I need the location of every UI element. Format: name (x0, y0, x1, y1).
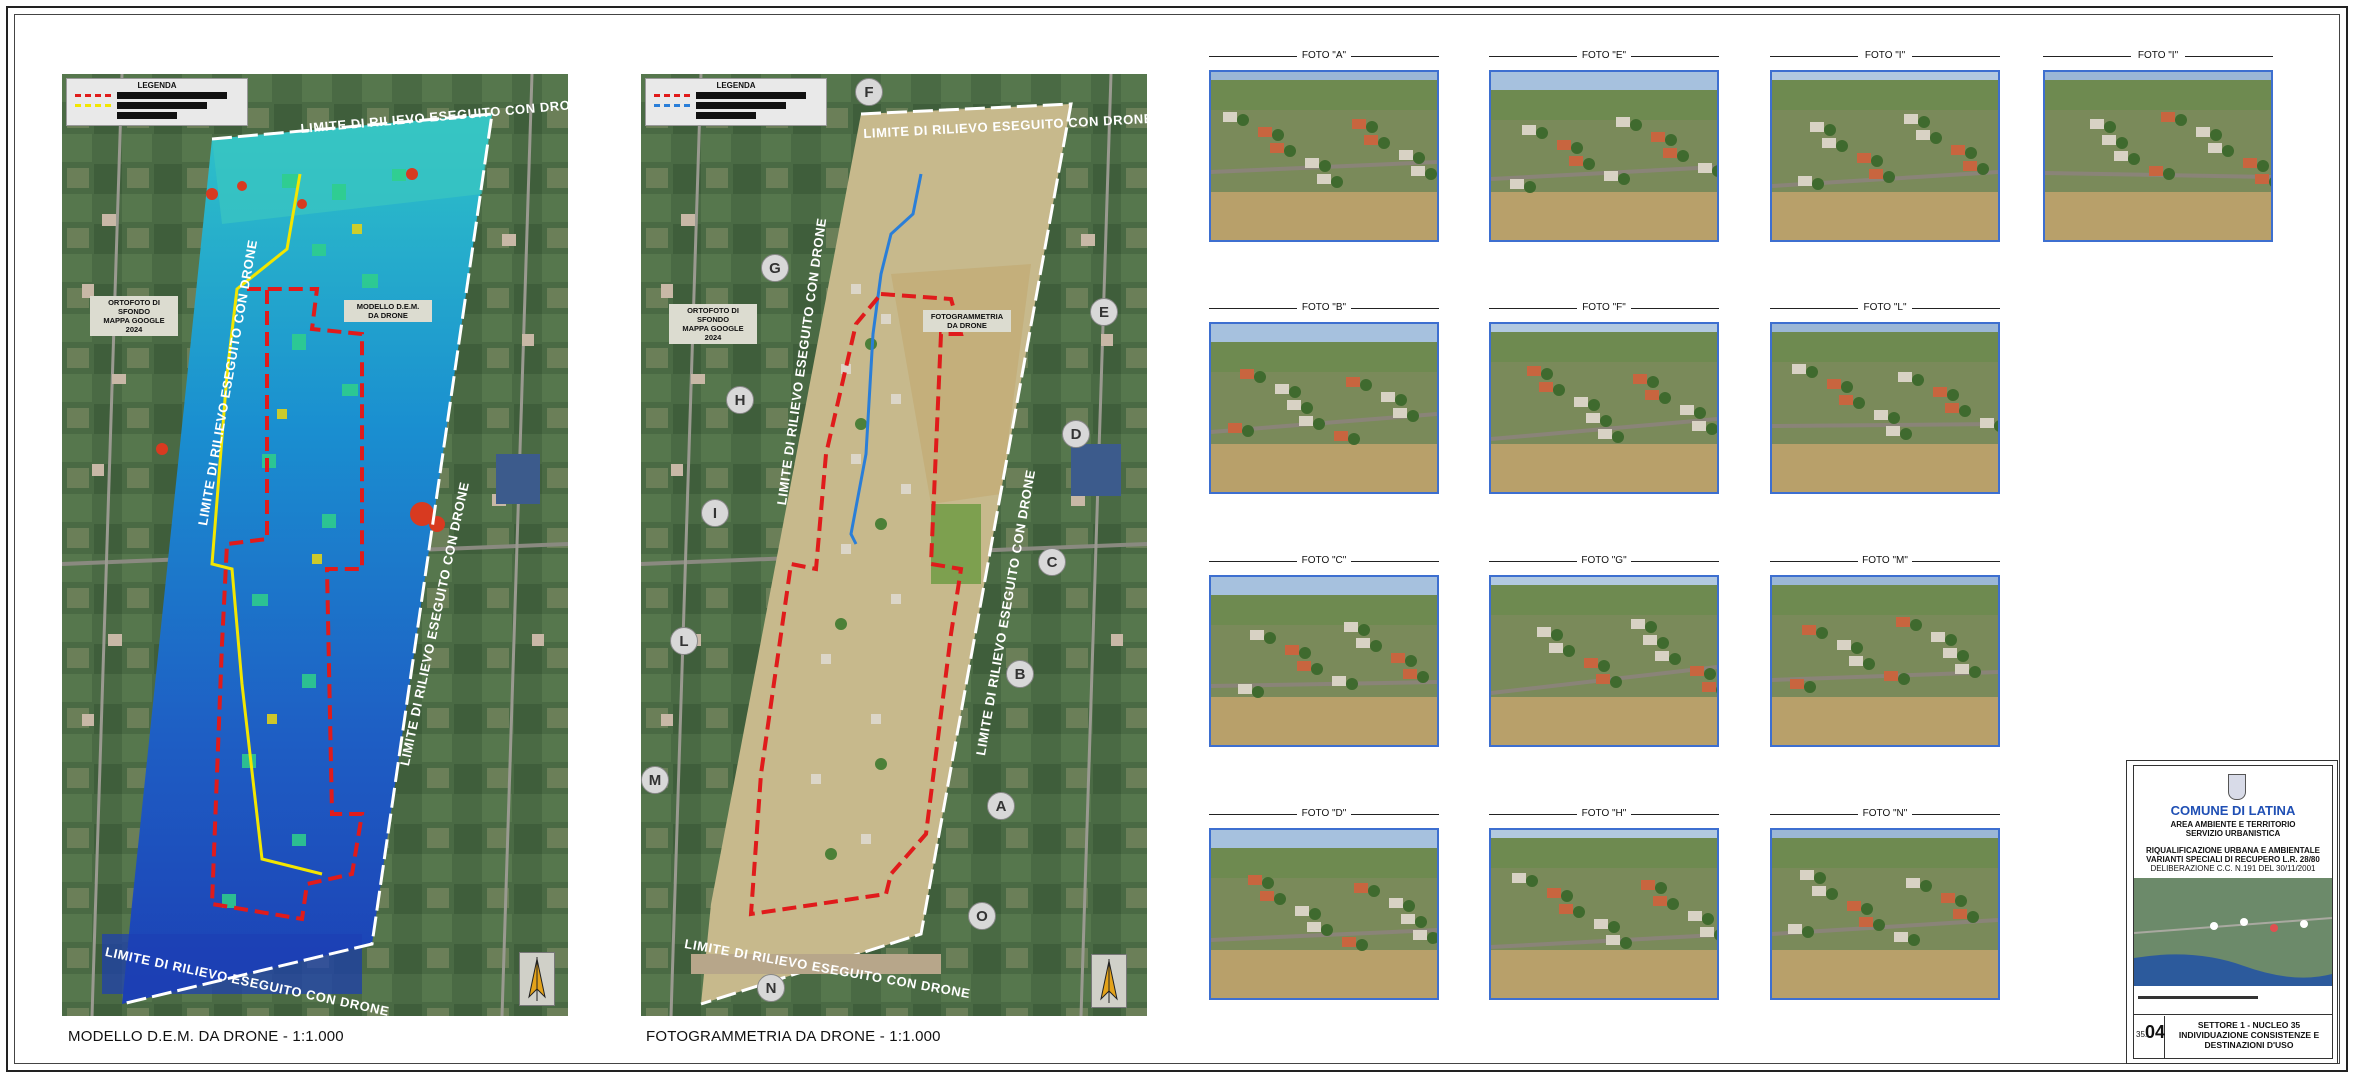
model-label: MODELLO D.E.M. DA DRONE (344, 300, 432, 322)
aerial-photo[interactable] (1770, 70, 2000, 242)
north-arrow-icon (519, 952, 555, 1006)
sector: SETTORE 1 - NUCLEO 35 (2197, 1020, 2301, 1030)
photo-title: FOTO "H" (1581, 808, 1627, 819)
photo-marker-d[interactable]: D (1062, 420, 1090, 448)
background-label: ORTOFOTO DI SFONDO MAPPA GOOGLE 2024 (669, 304, 757, 344)
dem-map-graphic (62, 74, 568, 1016)
photo-marker-g[interactable]: G (761, 254, 789, 282)
photo-title-row: FOTO "L" (1770, 302, 2000, 316)
aerial-photo[interactable] (1489, 70, 1719, 242)
photo-title: FOTO "E" (1581, 50, 1627, 61)
photo-title: FOTO "N" (1862, 808, 1908, 819)
photo-marker-h[interactable]: H (726, 386, 754, 414)
project-line-1: RIQUALIFICAZIONE URBANA E AMBIENTALE (2146, 846, 2320, 855)
sheet-number-box: 35. 04 (2134, 1016, 2165, 1058)
photo-marker-l[interactable]: L (670, 627, 698, 655)
photo-marker-i[interactable]: I (701, 499, 729, 527)
aerial-photo[interactable] (1489, 575, 1719, 747)
coat-of-arms-icon (2228, 774, 2246, 800)
photo-title-row: FOTO "C" (1209, 555, 1439, 569)
photo-marker-n[interactable]: N (757, 974, 785, 1002)
legend-redacted-text (117, 102, 207, 109)
dem-map[interactable]: LEGENDA ORTOFOTO DI SFONDO MAPPA GOOGLE … (62, 74, 568, 1016)
location-map (2134, 878, 2332, 986)
legend-yellow-symbol (75, 104, 111, 113)
dem-map-caption: MODELLO D.E.M. DA DRONE - 1:1.000 (68, 1028, 344, 1045)
model-label: FOTOGRAMMETRIA DA DRONE (923, 310, 1011, 332)
photo-title-row: FOTO "M" (1770, 555, 2000, 569)
sheet-title: INDIVIDUAZIONE CONSISTENZE E DESTINAZION… (2178, 1030, 2320, 1050)
legend-red-symbol (75, 94, 111, 103)
photo-title: FOTO "L" (1863, 302, 1907, 313)
north-arrow-icon (1091, 954, 1127, 1008)
legend-redacted-text (696, 112, 756, 119)
photo-marker-c[interactable]: C (1038, 548, 1066, 576)
title-block: COMUNE DI LATINA AREA AMBIENTE E TERRITO… (2126, 760, 2338, 1064)
aerial-photo[interactable] (1770, 828, 2000, 1000)
legend-redacted-text (117, 92, 227, 99)
legend-blue-symbol (654, 104, 690, 113)
project-line-2: VARIANTI SPECIALI DI RECUPERO L.R. 28/80 (2146, 855, 2320, 864)
photo-title: FOTO "I" (2137, 50, 2179, 61)
legend-title: LEGENDA (137, 81, 177, 90)
photo-title: FOTO "I" (1864, 50, 1906, 61)
sheet-number: 04 (2145, 1022, 2166, 1042)
photo-title-row: FOTO "I" (1770, 50, 2000, 64)
photo-marker-f[interactable]: F (855, 78, 883, 106)
photo-marker-m[interactable]: M (641, 766, 669, 794)
legend-redacted-text (696, 102, 786, 109)
photo-title-row: FOTO "D" (1209, 808, 1439, 822)
municipality-name: COMUNE DI LATINA (2170, 803, 2296, 818)
photo-marker-a[interactable]: A (987, 792, 1015, 820)
photo-title: FOTO "B" (1301, 302, 1347, 313)
aerial-photo[interactable] (1209, 828, 1439, 1000)
aerial-photo[interactable] (1489, 322, 1719, 494)
legend-red-symbol (654, 94, 690, 103)
aerial-photo[interactable] (1770, 575, 2000, 747)
redacted-line (2138, 996, 2258, 999)
photo-title: FOTO "G" (1581, 555, 1627, 566)
photo-marker-o[interactable]: O (968, 902, 996, 930)
photo-title-row: FOTO "F" (1489, 302, 1719, 316)
aerial-photo[interactable] (1489, 828, 1719, 1000)
photogrammetry-map-caption: FOTOGRAMMETRIA DA DRONE - 1:1.000 (646, 1028, 941, 1045)
photo-title-row: FOTO "E" (1489, 50, 1719, 64)
photo-marker-e[interactable]: E (1090, 298, 1118, 326)
divider (2134, 1014, 2332, 1015)
aerial-photo[interactable] (2043, 70, 2273, 242)
background-label: ORTOFOTO DI SFONDO MAPPA GOOGLE 2024 (90, 296, 178, 336)
photogrammetry-map-graphic (641, 74, 1147, 1016)
photo-marker-b[interactable]: B (1006, 660, 1034, 688)
photogrammetry-map[interactable]: LEGENDA ORTOFOTO DI SFONDO MAPPA GOOGLE … (641, 74, 1147, 1016)
aerial-photo[interactable] (1209, 70, 1439, 242)
aerial-photo[interactable] (1209, 575, 1439, 747)
service: SERVIZIO URBANISTICA (2185, 829, 2281, 838)
legend-title: LEGENDA (716, 81, 756, 90)
legend-redacted-text (117, 112, 177, 119)
photo-title-row: FOTO "G" (1489, 555, 1719, 569)
photo-title: FOTO "D" (1301, 808, 1347, 819)
aerial-photo[interactable] (1209, 322, 1439, 494)
photo-title: FOTO "F" (1582, 302, 1626, 313)
legend: LEGENDA (66, 78, 248, 126)
photo-title: FOTO "C" (1301, 555, 1347, 566)
photo-title-row: FOTO "B" (1209, 302, 1439, 316)
photo-title-row: FOTO "A" (1209, 50, 1439, 64)
photo-title-row: FOTO "N" (1770, 808, 2000, 822)
department: AREA AMBIENTE E TERRITORIO (2170, 820, 2296, 829)
photo-title-row: FOTO "I" (2043, 50, 2273, 64)
aerial-photo[interactable] (1770, 322, 2000, 494)
photo-title: FOTO "A" (1301, 50, 1347, 61)
photo-title: FOTO "M" (1862, 555, 1908, 566)
legend-redacted-text (696, 92, 806, 99)
deliberation: DELIBERAZIONE C.C. N.191 DEL 30/11/2001 (2150, 864, 2316, 873)
legend: LEGENDA (645, 78, 827, 126)
photo-title-row: FOTO "H" (1489, 808, 1719, 822)
